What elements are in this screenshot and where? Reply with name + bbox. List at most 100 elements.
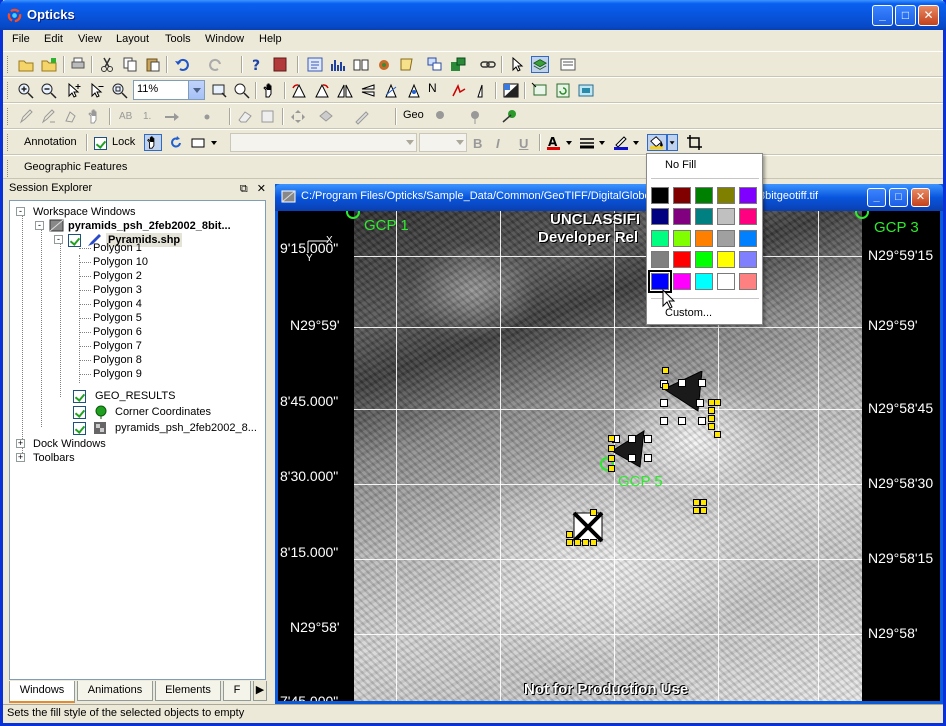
shapefile-visible-checkbox[interactable] xyxy=(68,234,81,247)
map-view[interactable]: 9'15.000" N29°59' 8'45.000" 8'30.000" 8'… xyxy=(278,211,940,701)
pan-icon[interactable] xyxy=(261,82,279,99)
color-swatch[interactable] xyxy=(695,187,713,204)
tab-overflow[interactable]: F xyxy=(223,681,251,701)
fill-color-icon[interactable] xyxy=(647,134,667,151)
tab-animations[interactable]: Animations xyxy=(77,681,153,701)
font-family-combo[interactable] xyxy=(230,133,417,152)
menu-tools[interactable]: Tools xyxy=(165,33,191,45)
properties-icon[interactable] xyxy=(559,56,577,73)
contrast-icon[interactable] xyxy=(502,82,520,99)
help-icon[interactable]: ? xyxy=(248,56,266,73)
toolbar-grip[interactable] xyxy=(7,134,10,151)
cascade-windows-icon[interactable] xyxy=(449,56,467,73)
menu-view[interactable]: View xyxy=(78,33,102,45)
color-swatch[interactable] xyxy=(673,251,691,268)
font-size-combo[interactable] xyxy=(419,133,467,152)
zoom-out-icon[interactable] xyxy=(40,82,58,99)
menu-window[interactable]: Window xyxy=(205,33,244,45)
menu-layout[interactable]: Layout xyxy=(116,33,149,45)
north-up-label[interactable]: N xyxy=(428,81,446,98)
zoom-fit-icon[interactable] xyxy=(210,82,228,99)
maximize-button[interactable]: □ xyxy=(895,5,916,26)
help-book-icon[interactable] xyxy=(271,56,289,73)
cut-icon[interactable] xyxy=(98,56,116,73)
color-swatch[interactable] xyxy=(717,230,735,247)
color-swatch[interactable] xyxy=(651,208,669,225)
print-icon[interactable] xyxy=(69,56,87,73)
color-swatch[interactable] xyxy=(717,273,735,290)
text-color-dropdown-icon[interactable] xyxy=(564,134,574,151)
toolbar-grip[interactable] xyxy=(7,56,10,73)
rotate-free-icon[interactable] xyxy=(382,82,400,99)
rotate-object-icon[interactable] xyxy=(167,134,185,151)
zoom-dropdown-button[interactable] xyxy=(188,81,204,99)
flip-vertical-icon[interactable] xyxy=(359,82,377,99)
child-minimize-button[interactable]: _ xyxy=(867,188,886,207)
color-swatch[interactable] xyxy=(695,273,713,290)
gcp-marker[interactable] xyxy=(855,211,869,219)
toolbar-grip[interactable] xyxy=(7,108,10,125)
color-swatch[interactable] xyxy=(739,208,757,225)
rotate-left-icon[interactable] xyxy=(290,82,308,99)
color-swatch[interactable] xyxy=(739,230,757,247)
zoom-extent-icon[interactable] xyxy=(233,82,251,99)
child-close-button[interactable]: ✕ xyxy=(911,188,930,207)
color-swatch[interactable] xyxy=(695,230,713,247)
color-swatch-selected[interactable] xyxy=(648,270,672,293)
menu-edit[interactable]: Edit xyxy=(44,33,63,45)
color-swatch[interactable] xyxy=(739,273,757,290)
histogram-icon[interactable] xyxy=(329,56,347,73)
minimize-button[interactable]: _ xyxy=(872,5,893,26)
color-swatch[interactable] xyxy=(673,230,691,247)
line-style-dropdown-icon[interactable] xyxy=(597,134,607,151)
pointer-icon[interactable] xyxy=(508,56,526,73)
line-color-icon[interactable] xyxy=(612,134,630,151)
tab-elements[interactable]: Elements xyxy=(155,681,221,701)
message-log-icon[interactable] xyxy=(398,56,416,73)
color-swatch[interactable] xyxy=(651,187,669,204)
session-explorer-icon[interactable] xyxy=(306,56,324,73)
book-icon[interactable] xyxy=(352,56,370,73)
color-swatch[interactable] xyxy=(717,187,735,204)
child-maximize-button[interactable]: □ xyxy=(889,188,908,207)
tab-scroll-right-icon[interactable]: ▶ xyxy=(253,681,267,701)
color-swatch[interactable] xyxy=(673,187,691,204)
color-swatch[interactable] xyxy=(717,251,735,268)
link-icon[interactable] xyxy=(479,56,497,73)
color-swatch[interactable] xyxy=(673,208,691,225)
tile-windows-icon[interactable] xyxy=(426,56,444,73)
flip-horizontal-icon[interactable] xyxy=(336,82,354,99)
copy-icon[interactable] xyxy=(121,56,139,73)
tab-windows[interactable]: Windows xyxy=(9,681,75,703)
line-style-icon[interactable] xyxy=(578,134,596,151)
animation-icon[interactable] xyxy=(375,56,393,73)
rectangle-tool-icon[interactable] xyxy=(190,134,208,151)
no-fill-menu-item[interactable]: No Fill xyxy=(665,159,696,171)
menu-file[interactable]: File xyxy=(12,33,30,45)
lock-checkbox[interactable] xyxy=(94,137,107,150)
toolbar-grip[interactable] xyxy=(7,82,10,99)
text-color-icon[interactable]: A xyxy=(545,134,563,151)
geo-results-visible-checkbox[interactable] xyxy=(73,390,86,403)
color-swatch[interactable] xyxy=(695,208,713,225)
color-swatch[interactable] xyxy=(739,187,757,204)
color-swatch[interactable] xyxy=(717,208,735,225)
toolbar-grip[interactable] xyxy=(7,160,10,177)
underline-button[interactable]: U xyxy=(519,136,537,153)
italic-button[interactable]: I xyxy=(496,136,514,153)
fill-color-dropdown-icon[interactable] xyxy=(667,134,678,151)
corner-coordinates-visible-checkbox[interactable] xyxy=(73,406,86,419)
menu-help[interactable]: Help xyxy=(259,33,282,45)
rotate-right-icon[interactable] xyxy=(313,82,331,99)
rectangle-dropdown-icon[interactable] xyxy=(208,134,220,151)
rotate-by-icon[interactable] xyxy=(405,82,423,99)
open-folder-icon[interactable] xyxy=(17,56,35,73)
bold-button[interactable]: B xyxy=(473,136,491,153)
crop-icon[interactable] xyxy=(686,134,704,151)
zoom-pointer-icon[interactable] xyxy=(65,82,83,99)
color-swatch[interactable] xyxy=(695,251,713,268)
zoom-level-combo[interactable]: 11% xyxy=(133,80,205,100)
paste-icon[interactable] xyxy=(144,56,162,73)
close-panel-icon[interactable]: ✕ xyxy=(257,183,266,195)
color-swatch[interactable] xyxy=(739,251,757,268)
